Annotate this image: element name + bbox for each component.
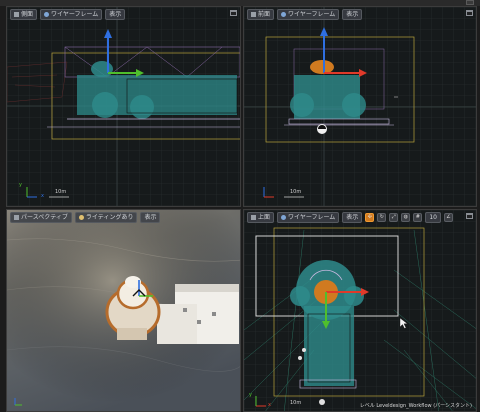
viewport-type-dropdown[interactable]: 前面	[247, 8, 275, 20]
layout-maximize-button[interactable]	[466, 0, 474, 5]
show-menu-button[interactable]: 表示	[342, 211, 363, 223]
viewport-type-dropdown[interactable]: パースペクティブ	[10, 211, 72, 223]
viewport-top[interactable]: 上面 ワイヤーフレーム 表示 ✣ ↻ ⤢ ◍ # 10 ∠ x y 10m レベ…	[243, 209, 477, 412]
scale-icon: ⤢	[391, 214, 396, 220]
view-mode-icon	[14, 11, 19, 17]
move-icon: ✣	[367, 214, 372, 220]
wireframe-icon	[281, 11, 287, 17]
lit-icon	[78, 214, 84, 220]
grid-scale-label: 10m	[290, 400, 302, 406]
show-menu-button[interactable]: 表示	[105, 8, 126, 20]
globe-icon: ◍	[403, 214, 408, 220]
grid-icon: #	[415, 214, 420, 220]
viewport-perspective[interactable]: パースペクティブ ライティングあり 表示	[6, 209, 241, 412]
level-editor: 側面 ワイヤーフレーム 表示 x y 10m 前面 ワイヤーフレーム 表示 10…	[0, 0, 480, 412]
grid-scale-label: 10m	[55, 189, 67, 195]
axis-x-label: x	[268, 402, 271, 408]
view-mode-icon	[251, 214, 256, 220]
viewport-front[interactable]: 前面 ワイヤーフレーム 表示 10m	[243, 6, 477, 207]
viewport-type-dropdown[interactable]: 側面	[10, 8, 38, 20]
show-menu-button[interactable]: 表示	[342, 8, 363, 20]
rotate-icon: ↻	[379, 214, 384, 220]
viewport-side[interactable]: 側面 ワイヤーフレーム 表示 x y 10m	[6, 6, 241, 207]
axis-indicator-icon	[14, 398, 22, 406]
axis-x-label: x	[41, 193, 44, 199]
rotation-snap-button[interactable]: ∠	[443, 212, 453, 222]
maximize-viewport-icon[interactable]	[466, 213, 473, 219]
view-mode-dropdown[interactable]: ワイヤーフレーム	[40, 8, 103, 20]
view-mode-dropdown[interactable]: ワイヤーフレーム	[277, 211, 340, 223]
top-viewport-scene	[244, 210, 476, 411]
level-label: レベル	[359, 403, 375, 409]
view-mode-icon	[251, 11, 256, 17]
viewport-type-dropdown[interactable]: 上面	[247, 211, 275, 223]
front-viewport-scene	[244, 7, 476, 206]
wireframe-icon	[281, 214, 287, 220]
level-status: レベル Leveldesign_Workflow (パーシスタント)	[360, 402, 472, 409]
grid-scale-label: 10m	[290, 189, 302, 195]
wireframe-icon	[44, 11, 50, 17]
angle-icon: ∠	[446, 214, 451, 220]
world-space-button[interactable]: ◍	[401, 212, 411, 222]
side-viewport-scene	[7, 7, 240, 206]
view-mode-dropdown[interactable]: ワイヤーフレーム	[277, 8, 340, 20]
translate-tool-button[interactable]: ✣	[365, 212, 375, 222]
perspective-viewport-scene	[7, 210, 240, 411]
rotate-tool-button[interactable]: ↻	[377, 212, 387, 222]
grid-snap-button[interactable]: #	[413, 212, 423, 222]
axis-y-label: y	[19, 182, 22, 188]
top-viewport-toolbar: 上面 ワイヤーフレーム 表示 ✣ ↻ ⤢ ◍ # 10 ∠	[244, 210, 476, 224]
perspective-viewport-toolbar: パースペクティブ ライティングあり 表示	[7, 210, 240, 224]
grid-size-value[interactable]: 10	[425, 211, 441, 223]
scale-tool-button[interactable]: ⤢	[389, 212, 399, 222]
maximize-viewport-icon[interactable]	[466, 10, 473, 16]
front-viewport-toolbar: 前面 ワイヤーフレーム 表示	[244, 7, 476, 21]
axis-y-label: y	[249, 392, 252, 398]
view-mode-icon	[14, 214, 19, 220]
side-viewport-toolbar: 側面 ワイヤーフレーム 表示	[7, 7, 240, 21]
maximize-viewport-icon[interactable]	[230, 10, 237, 16]
level-name: Leveldesign_Workflow (パーシスタント)	[376, 403, 472, 409]
show-menu-button[interactable]: 表示	[140, 211, 161, 223]
view-mode-dropdown[interactable]: ライティングあり	[74, 211, 138, 223]
